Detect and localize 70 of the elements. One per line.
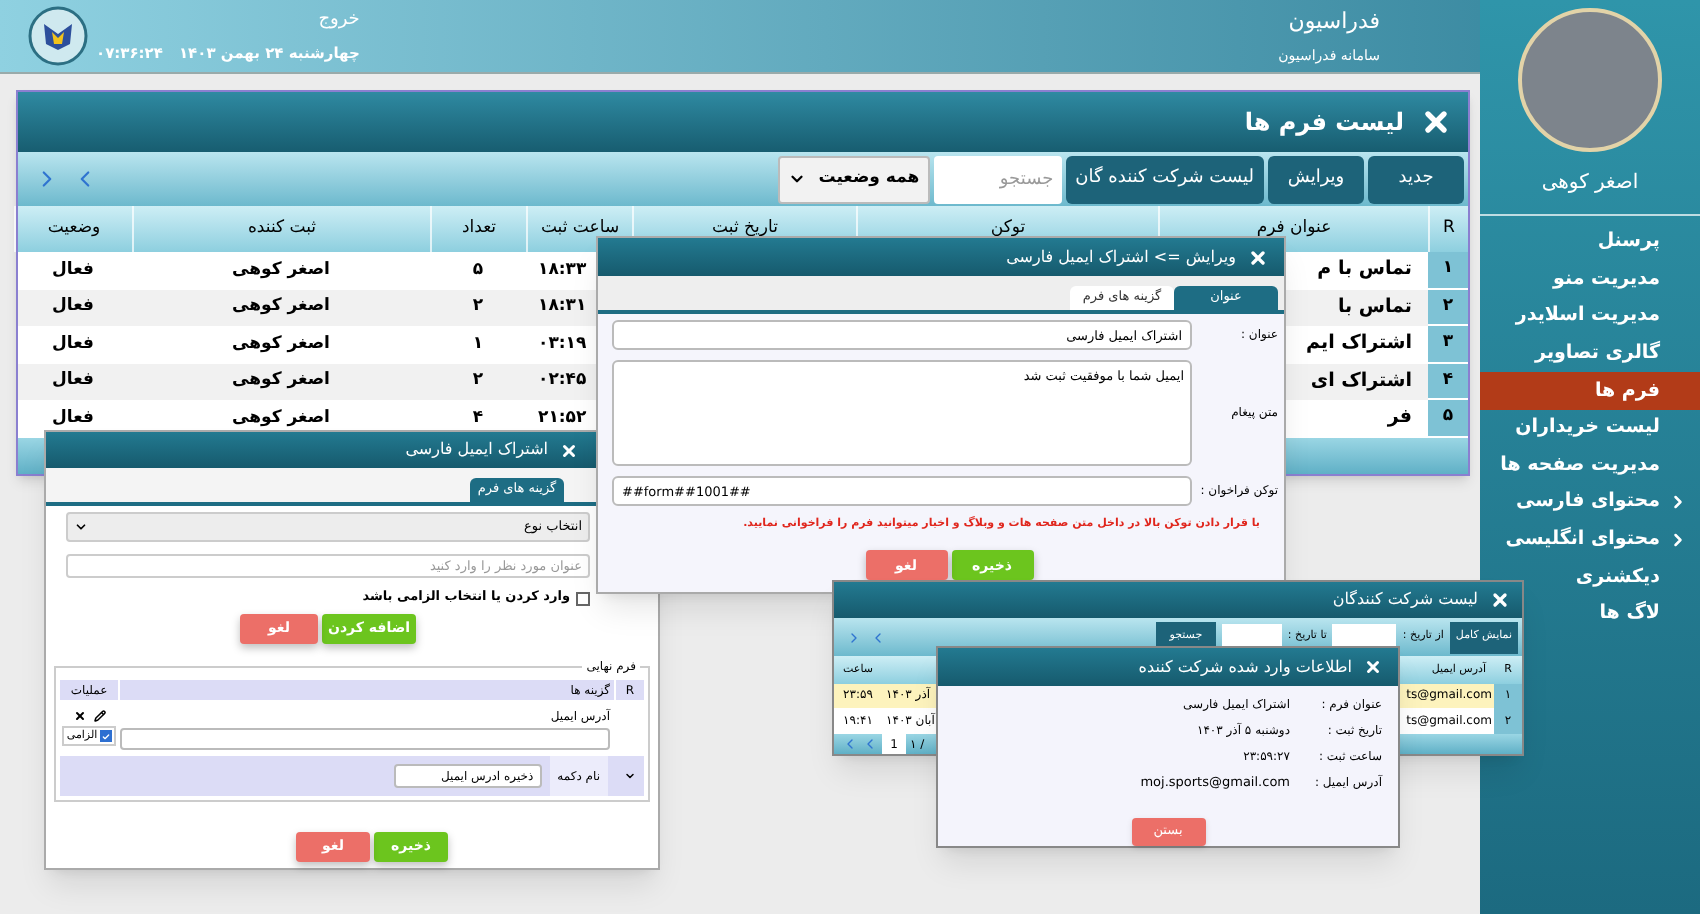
sidebar-item[interactable]: محتوای فارسی [1507, 484, 1700, 522]
table-cell: ۲۱:۵۲ [538, 405, 587, 432]
table-cell-text: فعال [50, 405, 96, 432]
close-icon[interactable] [1490, 590, 1510, 610]
close-icon[interactable] [560, 441, 578, 459]
table-cell: ۱۸:۳۳ [538, 257, 587, 284]
input-field[interactable] [120, 727, 610, 749]
app-title: فدراسیون [1286, 5, 1380, 38]
caret-icon [624, 770, 636, 782]
table-cell-text: فعال [50, 257, 96, 284]
table-cell-text: اصغر کوهی [230, 368, 332, 395]
window-title: اشتراک ایمیل فارسی [405, 438, 548, 462]
row-number: ۵ [1428, 400, 1468, 437]
table-cell-text: اصغر کوهی [230, 257, 332, 284]
table-cell: ۱۸:۳۱ [538, 294, 587, 321]
checkbox[interactable] [576, 591, 590, 605]
search-field[interactable]: جستجو [933, 155, 1062, 203]
sidebar-item[interactable]: مدیریت منو [1545, 261, 1700, 299]
table-cell-text: فعال [50, 368, 96, 395]
table-cell: تماس با [1337, 293, 1412, 322]
row-number: ۱ [1428, 252, 1468, 289]
table-cell: اشتراک ای [1310, 367, 1412, 396]
row-number: ۳ [1428, 326, 1468, 363]
checkbox[interactable] [99, 730, 112, 742]
delete-icon[interactable] [73, 709, 85, 722]
toolbar-button[interactable]: ویرایش [1268, 155, 1364, 203]
sidebar-item[interactable]: پرسنل [1589, 224, 1700, 262]
edit-icon[interactable] [93, 709, 105, 722]
sidebar-item[interactable]: مدیریت اسلایدر [1507, 298, 1700, 336]
toolbar-button[interactable]: لیست شرکت کننده گان [1065, 155, 1264, 203]
table-cell: فر [1387, 404, 1412, 433]
close-icon[interactable] [1420, 106, 1452, 138]
sidebar-item[interactable]: فرم ها [1480, 372, 1700, 410]
table-cell-text: ۲ [470, 368, 486, 395]
chevron-right-icon[interactable] [846, 629, 862, 645]
table-cell: ۰۳:۱۹ [538, 331, 587, 358]
chevron-icon [1668, 530, 1688, 551]
sidebar-item[interactable]: گالری تصاویر [1527, 335, 1700, 373]
table-cell-text: اصغر کوهی [230, 331, 332, 358]
logo-icon [28, 6, 88, 66]
table-cell-text: ۱ [470, 331, 486, 358]
sidebar-item[interactable]: لیست خریداران [1507, 409, 1700, 448]
table-cell: اشتراک ایم [1306, 330, 1412, 359]
toolbar-button[interactable]: جدید [1368, 155, 1464, 203]
table-cell-text: فعال [50, 294, 96, 321]
table-cell: تماس با م [1317, 256, 1412, 285]
table-cell-text: ۴ [470, 405, 486, 432]
sidebar-item[interactable]: مدیریت صفحه ها [1492, 447, 1700, 485]
close-icon[interactable] [1248, 247, 1268, 267]
caret-icon [788, 170, 807, 188]
table-cell-text: ۲ [470, 294, 486, 321]
sidebar-item[interactable]: محتوای انگلیسی [1497, 521, 1700, 559]
window-title: لیست فرم ها [1244, 106, 1404, 140]
table-cell-text: اصغر کوهی [230, 294, 332, 321]
sidebar-item[interactable]: لاگ ها [1591, 595, 1700, 634]
table-cell: ۰۲:۴۵ [538, 368, 587, 395]
window-title: اطلاعات وارد شده شرکت کننده [1138, 655, 1352, 679]
caret-icon [74, 520, 88, 534]
row-number: ۴ [1428, 363, 1468, 400]
status-dropdown[interactable]: همه وضعیت [778, 155, 930, 203]
row-number: ۲ [1428, 289, 1468, 326]
chevron-icon [1668, 492, 1688, 513]
table-cell-text: فعال [50, 331, 96, 358]
window-title: لیست شرکت کنندگان [1332, 588, 1478, 612]
close-icon[interactable] [1364, 658, 1382, 676]
table-cell-text: اصغر کوهی [230, 405, 332, 432]
chevron-left-icon[interactable] [870, 629, 886, 645]
sidebar-item[interactable]: دیکشنری [1567, 558, 1700, 596]
table-cell-text: ۵ [470, 257, 486, 284]
user-name: اصغر کوهی [1539, 170, 1641, 198]
